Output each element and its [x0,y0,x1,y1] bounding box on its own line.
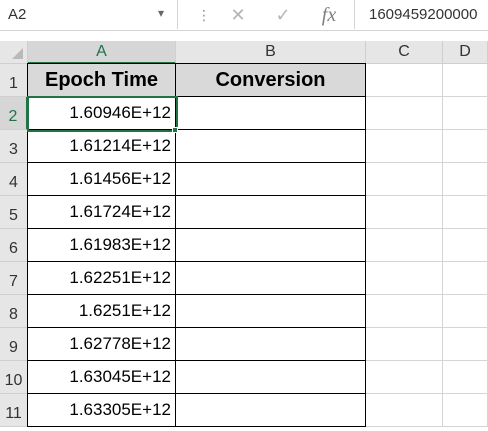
cell-c7[interactable] [366,262,443,295]
row-header-11[interactable]: 11 [0,394,28,427]
cell-d8[interactable] [443,295,488,328]
cell-b2[interactable] [175,96,366,130]
column-header-c[interactable]: C [366,41,443,64]
cell-a6[interactable]: 1.61983E+12 [27,228,176,262]
cell-c8[interactable] [366,295,443,328]
formula-bar: A2 ▾ ⋮ ✕ ✓ fx 1609459200000 [0,0,488,31]
cell-a2[interactable]: 1.60946E+12 [27,96,176,130]
checkmark-icon[interactable]: ✓ [271,4,295,26]
cell-c9[interactable] [366,328,443,361]
cell-b6[interactable] [175,228,366,262]
select-all-triangle-icon [12,48,23,59]
cell-c1[interactable] [366,64,443,97]
cell-b9[interactable] [175,327,366,361]
cell-a5[interactable]: 1.61724E+12 [27,195,176,229]
name-box[interactable]: A2 ▾ [0,0,178,29]
row-header-3[interactable]: 3 [0,130,28,163]
row-header-1[interactable]: 1 [0,64,28,97]
cell-b7[interactable] [175,261,366,295]
cell-a7[interactable]: 1.62251E+12 [27,261,176,295]
column-header-d[interactable]: D [443,41,488,64]
column-header-a[interactable]: A [28,41,176,64]
name-box-value: A2 [8,6,27,23]
cell-b4[interactable] [175,162,366,196]
cell-b8[interactable] [175,294,366,328]
cell-d2[interactable] [443,97,488,130]
cell-c5[interactable] [366,196,443,229]
cell-d9[interactable] [443,328,488,361]
cell-d11[interactable] [443,394,488,427]
cell-d7[interactable] [443,262,488,295]
cell-c6[interactable] [366,229,443,262]
cell-c4[interactable] [366,163,443,196]
cell-b11[interactable] [175,393,366,427]
cell-a4[interactable]: 1.61456E+12 [27,162,176,196]
excel-window: A2 ▾ ⋮ ✕ ✓ fx 1609459200000 A B C D 1 2 … [0,0,488,431]
cell-d6[interactable] [443,229,488,262]
cell-c11[interactable] [366,394,443,427]
cell-a3[interactable]: 1.61214E+12 [27,129,176,163]
fill-handle[interactable] [172,127,178,133]
formula-input[interactable]: 1609459200000 [354,0,488,29]
row-header-7[interactable]: 7 [0,262,28,295]
cell-d1[interactable] [443,64,488,97]
cell-a1-epoch-time-header[interactable]: Epoch Time [27,63,176,97]
chevron-down-icon[interactable]: ▾ [158,6,164,20]
row-header-4[interactable]: 4 [0,163,28,196]
select-all-button[interactable] [0,41,28,64]
cell-a8[interactable]: 1.6251E+12 [27,294,176,328]
cell-a11[interactable]: 1.63305E+12 [27,393,176,427]
formula-bar-grip-icon: ⋮ [197,7,211,23]
row-header-9[interactable]: 9 [0,328,28,361]
cell-c3[interactable] [366,130,443,163]
column-header-b[interactable]: B [176,41,366,64]
cell-a10[interactable]: 1.63045E+12 [27,360,176,394]
row-header-5[interactable]: 5 [0,196,28,229]
formula-value: 1609459200000 [369,6,478,23]
row-header-2[interactable]: 2 [0,97,28,130]
row-header-8[interactable]: 8 [0,295,28,328]
cell-c10[interactable] [366,361,443,394]
row-header-10[interactable]: 10 [0,361,28,394]
cell-c2[interactable] [366,97,443,130]
cell-d5[interactable] [443,196,488,229]
cell-b1-conversion-header[interactable]: Conversion [175,63,366,97]
cell-b5[interactable] [175,195,366,229]
cell-b10[interactable] [175,360,366,394]
fx-icon[interactable]: fx [317,4,341,26]
cell-b3[interactable] [175,129,366,163]
row-header-6[interactable]: 6 [0,229,28,262]
cell-d10[interactable] [443,361,488,394]
cell-d4[interactable] [443,163,488,196]
cell-a9[interactable]: 1.62778E+12 [27,327,176,361]
spreadsheet-grid: A B C D 1 2 3 4 5 6 7 8 9 10 11 Epoch Ti… [0,41,488,431]
cell-d3[interactable] [443,130,488,163]
cancel-icon[interactable]: ✕ [226,4,250,26]
